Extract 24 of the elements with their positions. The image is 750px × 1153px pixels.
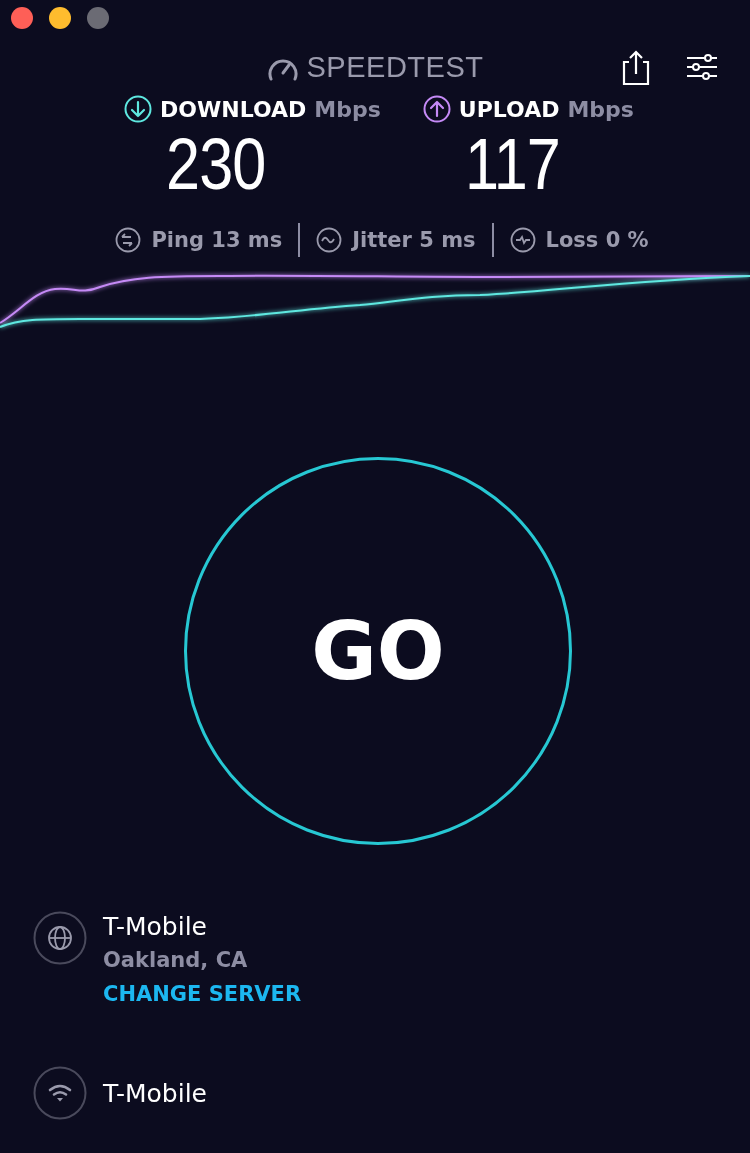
metric-label: DOWNLOAD: [160, 96, 307, 122]
share-icon[interactable]: [620, 50, 652, 86]
loss-icon: [509, 227, 536, 253]
settings-icon[interactable]: [686, 54, 718, 80]
globe-icon: [33, 911, 87, 965]
speed-value: 117: [464, 123, 560, 205]
ping-icon: [115, 227, 142, 253]
network-name: T-Mobile: [103, 1077, 207, 1109]
stat-text: Ping 13 ms: [151, 228, 283, 252]
jitter-icon: [316, 227, 343, 253]
speed-value: 230: [166, 123, 266, 205]
unit-label: Mbps: [314, 96, 381, 122]
stat-text: Jitter 5 ms: [352, 228, 476, 252]
window-control[interactable]: [49, 7, 71, 29]
server-location: Oakland, CA: [103, 948, 249, 972]
go-button[interactable]: GO: [184, 457, 572, 845]
wifi-icon: [33, 1066, 87, 1120]
metric-label: UPLOAD: [458, 96, 560, 122]
window-control[interactable]: [11, 7, 33, 29]
change-server-link[interactable]: CHANGE SERVER: [103, 982, 302, 1006]
unit-label: Mbps: [567, 96, 634, 122]
stat-text: Loss 0 %: [545, 228, 649, 252]
server-name: T-Mobile: [103, 911, 208, 942]
app-logo: SPEEDTEST: [306, 51, 484, 84]
